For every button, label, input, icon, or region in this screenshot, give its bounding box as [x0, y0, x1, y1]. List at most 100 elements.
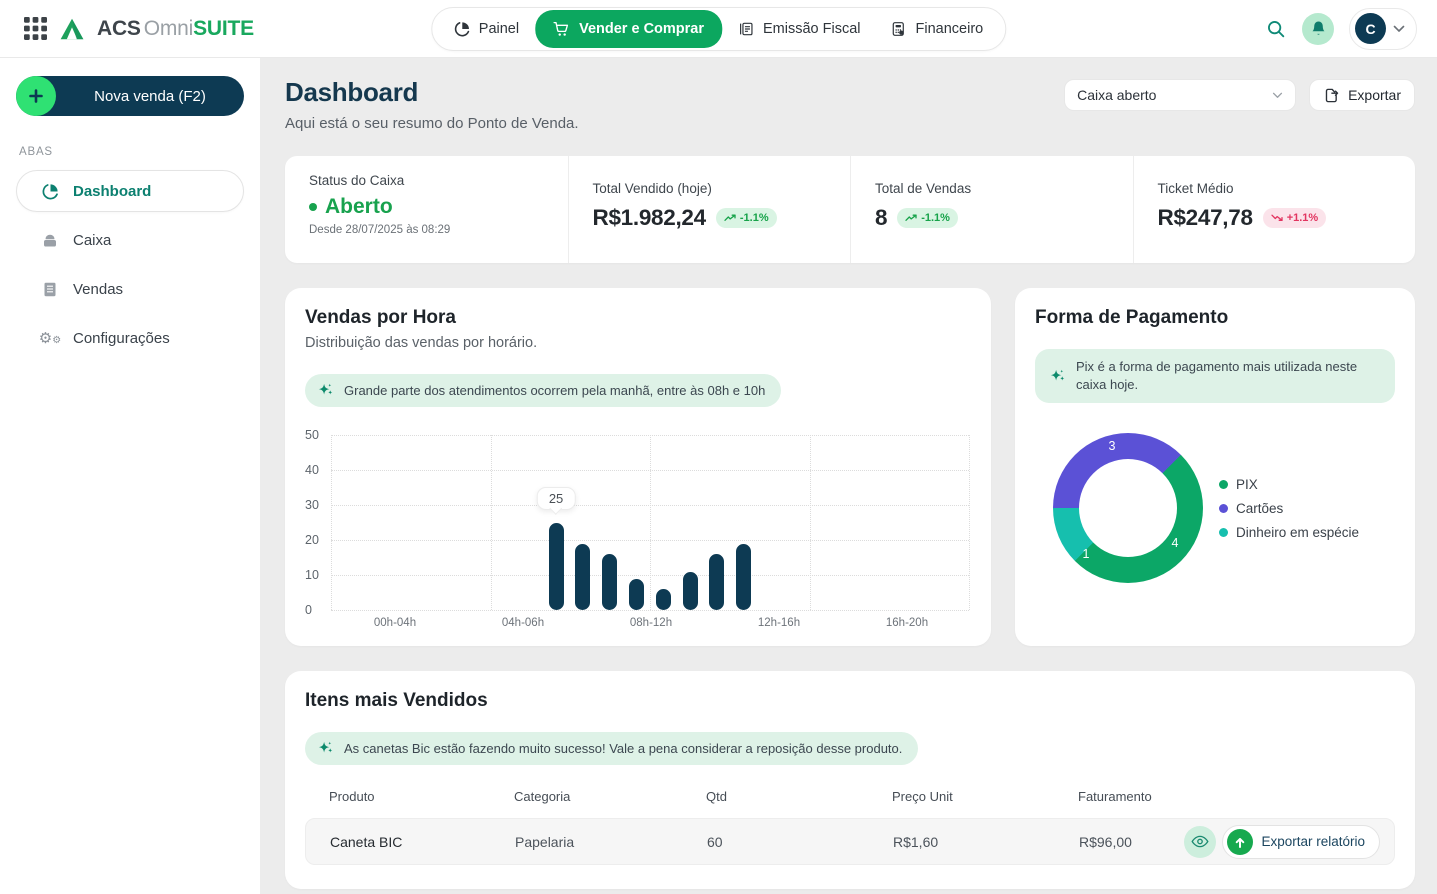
- gridline: [491, 435, 492, 610]
- cash-filter-select[interactable]: Caixa aberto: [1064, 79, 1296, 111]
- nav-item-emissao-fiscal[interactable]: Emissão Fiscal: [724, 11, 875, 47]
- x-axis-tick: 12h-16h: [715, 617, 843, 629]
- nav-item-vender-e-comprar[interactable]: Vender e Comprar: [535, 10, 722, 48]
- new-sale-button[interactable]: Nova venda (F2): [16, 76, 244, 116]
- legend-item-pix: PIX: [1219, 477, 1359, 492]
- payment-legend: PIX Cartões Dinheiro em espécie: [1219, 477, 1359, 540]
- stat-caption: Desde 28/07/2025 às 08:29: [309, 224, 544, 236]
- gridline: [331, 435, 332, 610]
- brand-name: ACSOmniSUITE: [97, 17, 254, 41]
- payments-insight-text: Pix é a forma de pagamento mais utilizad…: [1076, 358, 1381, 394]
- sidebar: Nova venda (F2) ABAS Dashboard Caixa Ven…: [0, 58, 260, 894]
- chevron-down-icon: [1393, 25, 1405, 33]
- legend-item-cartoes: Cartões: [1219, 501, 1359, 516]
- table-row[interactable]: Caneta BIC Papelaria 60 R$1,60 R$96,00 E…: [305, 818, 1395, 865]
- stat-title: Ticket Médio: [1158, 181, 1392, 196]
- payments-card-title: Forma de Pagamento: [1035, 307, 1395, 329]
- receipt-icon: [738, 21, 754, 37]
- sidebar-item-dashboard[interactable]: Dashboard: [16, 170, 244, 212]
- payments-insight: Pix é a forma de pagamento mais utilizad…: [1035, 349, 1395, 403]
- cell-categoria: Papelaria: [515, 834, 707, 850]
- sidebar-item-vendas[interactable]: Vendas: [16, 268, 244, 310]
- trend-badge: -1.1%: [716, 208, 777, 228]
- trend-badge: +1.1%: [1263, 208, 1327, 228]
- new-sale-label: Nova venda (F2): [94, 88, 206, 105]
- gridline: [969, 435, 970, 610]
- bar: [602, 554, 617, 610]
- chevron-down-icon: [1272, 92, 1283, 99]
- legend-label: Cartões: [1236, 501, 1283, 516]
- top-items-title: Itens mais Vendidos: [305, 690, 1395, 712]
- topbar: ACSOmniSUITE Painel Vender e Comprar Emi…: [0, 0, 1437, 58]
- hourly-plot: 50 40 30 20 10 0 25: [331, 435, 969, 610]
- top-items-card: Itens mais Vendidos As canetas Bic estão…: [285, 671, 1415, 889]
- stat-total-vendido: Total Vendido (hoje) R$1.982,24 -1.1%: [568, 156, 851, 263]
- cell-preco-unit: R$1,60: [893, 834, 1079, 850]
- legend-item-dinheiro: Dinheiro em espécie: [1219, 525, 1359, 540]
- stat-total-de-vendas: Total de Vendas 8 -1.1%: [850, 156, 1133, 263]
- legend-label: Dinheiro em espécie: [1236, 525, 1359, 540]
- payment-methods-card: Forma de Pagamento Pix é a forma de paga…: [1015, 288, 1415, 646]
- column-header-preco-unit: Preço Unit: [892, 789, 1078, 804]
- payment-donut: 431: [1053, 433, 1203, 583]
- export-report-button[interactable]: Exportar relatório: [1222, 825, 1380, 859]
- trend-down-icon: [1271, 214, 1283, 222]
- hourly-card-subtitle: Distribuição das vendas por horário.: [305, 335, 971, 351]
- y-axis-tick: 0: [305, 603, 312, 617]
- topbar-right: C: [1265, 8, 1417, 50]
- y-axis-tick: 50: [305, 428, 319, 442]
- column-header-produto: Produto: [329, 789, 514, 804]
- bar: [575, 544, 590, 611]
- legend-dot: [1219, 480, 1228, 489]
- nav-item-financeiro[interactable]: Financeiro: [877, 11, 998, 47]
- cell-qtd: 60: [707, 834, 893, 850]
- export-report-label: Exportar relatório: [1261, 834, 1365, 849]
- app-grid-icon[interactable]: [24, 17, 47, 40]
- stat-value: 8: [875, 205, 887, 231]
- gears-icon: ⚙⚙: [41, 331, 59, 346]
- main-content: Dashboard Aqui está o seu resumo do Pont…: [260, 58, 1437, 894]
- legend-label: PIX: [1236, 477, 1258, 492]
- payment-donut-hole: [1079, 459, 1177, 557]
- page-subtitle: Aqui está o seu resumo do Ponto de Venda…: [285, 115, 579, 132]
- sidebar-section-label: ABAS: [19, 146, 244, 158]
- nav-label: Emissão Fiscal: [763, 21, 861, 37]
- sidebar-item-configuracoes[interactable]: ⚙⚙ Configurações: [16, 317, 244, 359]
- stat-value: R$1.982,24: [593, 205, 706, 231]
- search-button[interactable]: [1265, 18, 1287, 40]
- gridline: [650, 435, 651, 610]
- stat-title: Total de Vendas: [875, 181, 1109, 196]
- circle-arrow-up-icon: [1227, 829, 1253, 855]
- notifications-button[interactable]: [1302, 13, 1334, 45]
- status-dot: [309, 203, 317, 211]
- nav-label: Financeiro: [916, 21, 984, 37]
- bar: [736, 544, 751, 611]
- stats-cards: Status do Caixa Aberto Desde 28/07/2025 …: [285, 156, 1415, 263]
- plus-icon: [16, 76, 56, 116]
- view-item-button[interactable]: [1184, 826, 1216, 858]
- top-items-insight-text: As canetas Bic estão fazendo muito suces…: [344, 741, 902, 756]
- column-header-qtd: Qtd: [706, 789, 892, 804]
- gridline: [331, 610, 969, 611]
- export-button[interactable]: Exportar: [1309, 79, 1415, 111]
- sparkle-icon: [1049, 368, 1066, 385]
- user-menu[interactable]: C: [1349, 8, 1417, 50]
- sidebar-item-label: Configurações: [73, 330, 170, 347]
- file-export-icon: [1323, 87, 1340, 104]
- y-axis-tick: 40: [305, 463, 319, 477]
- brand-suite: SUITE: [193, 17, 254, 41]
- primary-nav: Painel Vender e Comprar Emissão Fiscal F…: [431, 7, 1006, 51]
- column-header-faturamento: Faturamento: [1078, 789, 1371, 804]
- sidebar-item-label: Vendas: [73, 281, 123, 298]
- sidebar-item-label: Dashboard: [73, 183, 151, 200]
- nav-item-painel[interactable]: Painel: [440, 11, 533, 47]
- stat-status-do-caixa: Status do Caixa Aberto Desde 28/07/2025 …: [285, 156, 568, 263]
- x-axis-tick: 16h-20h: [843, 617, 971, 629]
- x-axis-tick: 08h-12h: [587, 617, 715, 629]
- brand-omni: Omni: [144, 17, 193, 41]
- donut-slice-value: 4: [1172, 536, 1179, 550]
- brand: ACSOmniSUITE: [24, 17, 254, 41]
- sidebar-item-caixa[interactable]: Caixa: [16, 219, 244, 261]
- status-value: Aberto: [325, 195, 393, 219]
- stat-ticket-medio: Ticket Médio R$247,78 +1.1%: [1133, 156, 1416, 263]
